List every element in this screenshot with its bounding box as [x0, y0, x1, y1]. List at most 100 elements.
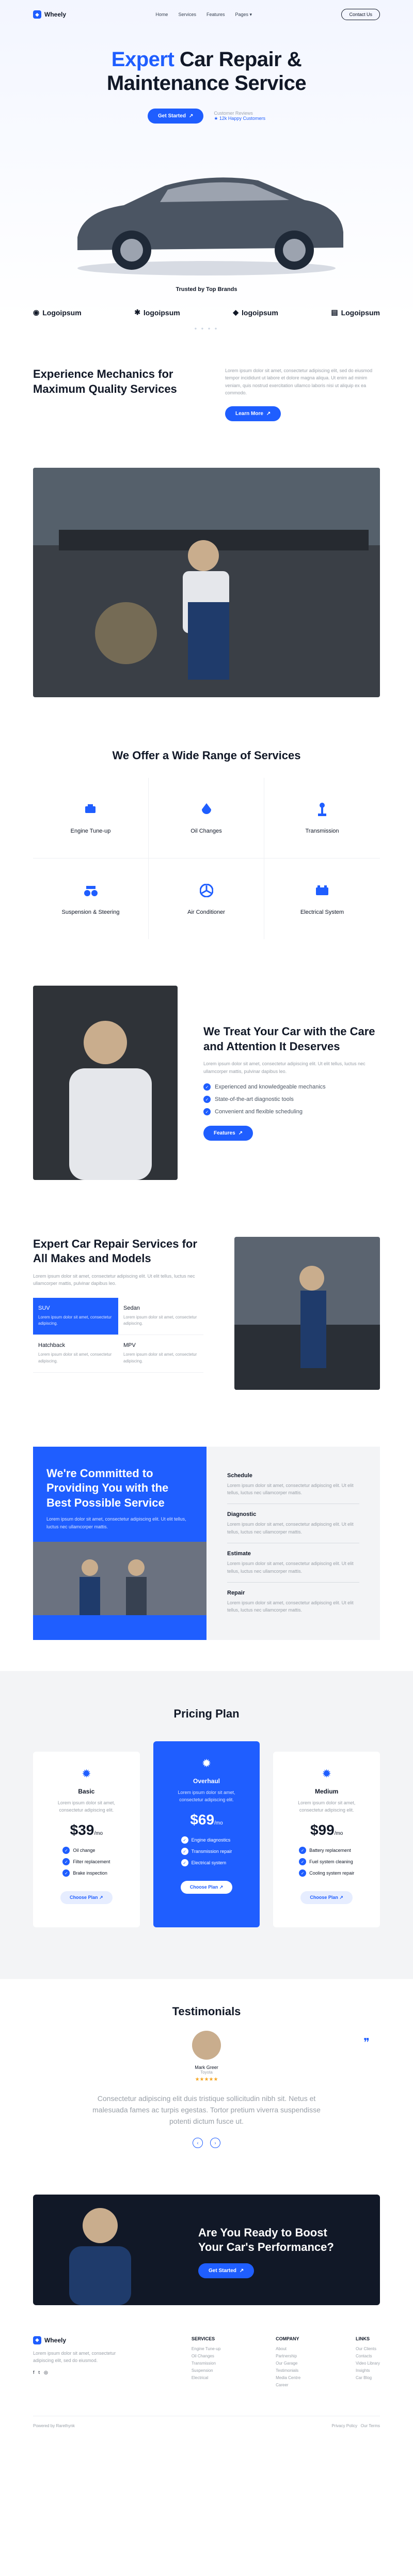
arrow-right-icon: ↗ [188, 113, 194, 119]
process-step-schedule: Schedule Lorem ipsum dolor sit amet, cons… [227, 1465, 359, 1505]
service-electrical[interactable]: Electrical System [264, 858, 380, 939]
hero-section: ◆ Wheely Home Services Features Pages ▾ … [0, 0, 413, 331]
expert-section: Expert Car Repair Services for All Makes… [33, 1236, 380, 1390]
twitter-icon[interactable]: t [39, 2370, 40, 2375]
brand-logo-3: ◆ logoipsum [233, 308, 278, 317]
service-suspension[interactable]: Suspension & Steering [33, 858, 149, 939]
plan-overhaul: ✹ Overhaul Lorem ipsum dolor sit amet, c… [153, 1741, 260, 1927]
logo-star-icon: ✱ [134, 308, 140, 316]
facebook-icon[interactable]: f [33, 2370, 35, 2375]
treat-title: We Treat Your Car with the Care and Atte… [203, 1025, 375, 1053]
commitment-section: We're Committed to Providing You with th… [33, 1446, 380, 1640]
service-ac[interactable]: Air Conditioner [149, 858, 264, 939]
expert-body: Lorem ipsum dolor sit amet, consectetur … [33, 1273, 195, 1286]
choose-plan-button[interactable]: Choose Plan ↗ [60, 1891, 113, 1905]
features-button[interactable]: Features ↗ [203, 1126, 253, 1141]
star-icon: ★ [214, 116, 218, 121]
menu-item-pages[interactable]: Pages ▾ [235, 12, 252, 18]
cta-get-started-button[interactable]: Get Started ↗ [198, 2263, 255, 2279]
expert-title: Expert Car Repair Services for All Makes… [33, 1237, 197, 1265]
service-engine[interactable]: Engine Tune-up [33, 777, 149, 858]
check-icon: ✓ [203, 1083, 211, 1091]
next-arrow-icon[interactable]: › [210, 2137, 220, 2148]
engine-icon [83, 801, 99, 818]
testimonials-section: Testimonials ❞ Mark Greer Toyota ★★★★★ C… [0, 2005, 413, 2148]
gear-icon: ✹ [322, 1767, 331, 1780]
footer-logo[interactable]: ◆ Wheely [33, 2336, 136, 2344]
fan-icon [198, 882, 215, 899]
customer-stats: Customer Reviews ★ 12k Happy Customers [214, 111, 265, 121]
vehicle-type-hatchback[interactable]: Hatchback Lorem ipsum dolor sit amet, con… [33, 1335, 118, 1373]
cta-banner: Are You Ready to Boost Your Car's Perfor… [33, 2194, 380, 2305]
logo-diamond-icon: ◆ [233, 308, 239, 316]
brand-logo[interactable]: ◆ Wheely [33, 10, 66, 19]
brand-logo-1: ◉ Logoipsum [33, 308, 82, 317]
prev-arrow-icon[interactable]: ‹ [193, 2137, 203, 2148]
mechanic-cta-image [69, 2207, 131, 2305]
service-oil[interactable]: Oil Changes [149, 777, 264, 858]
quote-icon: ❞ [363, 2035, 370, 2049]
learn-more-button[interactable]: Learn More ↗ [225, 406, 281, 421]
choose-plan-button[interactable]: Choose Plan ↗ [300, 1891, 353, 1905]
intro-body: Lorem ipsum dolor sit amet, consectetur … [225, 368, 373, 396]
footer-about: Lorem ipsum dolor sit amet, consectetur … [33, 2350, 116, 2364]
privacy-link[interactable]: Privacy Policy [331, 2424, 357, 2428]
footer: ◆ Wheely Lorem ipsum dolor sit amet, cons… [0, 2336, 413, 2428]
process-step-repair: Repair Lorem ipsum dolor sit amet, consec… [227, 1589, 354, 1613]
checklist-item: ✓ Experienced and knowledgeable mechanics [203, 1083, 380, 1091]
carousel-dots[interactable]: ● ● ● ● [0, 326, 413, 331]
reviewer-role: Toyota [200, 2069, 213, 2075]
vehicle-type-suv[interactable]: SUV Lorem ipsum dolor sit amet, consectet… [33, 1297, 118, 1336]
get-started-button[interactable]: Get Started ↗ [148, 109, 204, 124]
vehicle-type-sedan[interactable]: Sedan Lorem ipsum dolor sit amet, consect… [118, 1298, 203, 1336]
check-icon: ✓ [203, 1108, 211, 1116]
plan-medium: ✹ Medium Lorem ipsum dolor sit amet, con… [273, 1751, 380, 1927]
footer-col-links: LINKS Our Clients Contacts Video Library Ins… [355, 2336, 380, 2380]
commit-body: Lorem ipsum dolor sit amet, consectetur … [46, 1516, 186, 1529]
treat-body: Lorem ipsum dolor sit amet, consectetur … [203, 1061, 366, 1074]
car-image [77, 177, 343, 275]
brand-logo-4: ▤ Logoipsum [331, 308, 380, 317]
cta-title: Are You Ready to Boost Your Car's Perfor… [198, 2226, 334, 2254]
intro-title: Experience Mechanics for Maximum Quality… [33, 367, 177, 395]
car-service-image [234, 1236, 380, 1390]
gear-icon: ✹ [82, 1767, 91, 1780]
pricing-title: Pricing Plan [173, 1707, 240, 1720]
suspension-icon [83, 882, 99, 899]
transmission-icon [314, 801, 330, 818]
arrow-right-icon: ↗ [239, 2268, 244, 2274]
arrow-right-icon: ↗ [238, 1130, 243, 1137]
checklist-item: ✓ Convenient and flexible scheduling [203, 1108, 380, 1116]
hero-cta-row: Get Started ↗ Customer Reviews ★ 12k Happ… [0, 109, 413, 124]
service-transmission[interactable]: Transmission [264, 778, 380, 858]
treat-section: We Treat Your Car with the Care and Atte… [33, 985, 380, 1180]
checklist-item: ✓ State-of-the-art diagnostic tools [203, 1096, 380, 1103]
rating-stars: ★★★★★ [195, 2076, 218, 2082]
navbar: ◆ Wheely Home Services Features Pages ▾ … [33, 0, 380, 29]
instagram-icon[interactable]: ◎ [44, 2370, 48, 2375]
logo-circle-icon: ◉ [33, 308, 40, 316]
car-logo-icon: ◆ [33, 2336, 41, 2344]
logo-stripes-icon: ▤ [331, 308, 338, 316]
main-menu: Home Services Features Pages ▾ [155, 12, 252, 18]
menu-item-features[interactable]: Features [206, 12, 225, 18]
choose-plan-button[interactable]: Choose Plan ↗ [180, 1881, 233, 1894]
footer-col-services: SERVICES Engine Tune-up Oil Changes Transmi… [191, 2336, 221, 2380]
terms-link[interactable]: Our Terms [361, 2424, 380, 2428]
menu-item-services[interactable]: Services [178, 12, 196, 18]
brand-name: Wheely [44, 11, 67, 18]
testimonials-title: Testimonials [172, 2004, 241, 2018]
brand-logos: ◉ Logoipsum ✱ logoipsum ◆ logoipsum ▤ Logoip… [33, 308, 380, 317]
mechanic-photo [33, 467, 380, 697]
menu-item-home[interactable]: Home [155, 12, 168, 18]
reviewer-avatar [192, 2030, 221, 2060]
contact-button[interactable]: Contact Us [341, 9, 380, 20]
vehicle-type-mpv[interactable]: MPV Lorem ipsum dolor sit amet, consectet… [118, 1335, 203, 1373]
process-step-diagnostic: Diagnostic Lorem ipsum dolor sit amet, co… [227, 1504, 359, 1544]
intro-section: Experience Mechanics for Maximum Quality… [33, 367, 380, 421]
mechanic-portrait-image [33, 985, 178, 1180]
oil-icon [198, 801, 215, 818]
brands-title: Trusted by Top Brands [176, 286, 237, 293]
page: ◆ Wheely Home Services Features Pages ▾ … [0, 0, 413, 2576]
check-icon: ✓ [203, 1096, 211, 1103]
